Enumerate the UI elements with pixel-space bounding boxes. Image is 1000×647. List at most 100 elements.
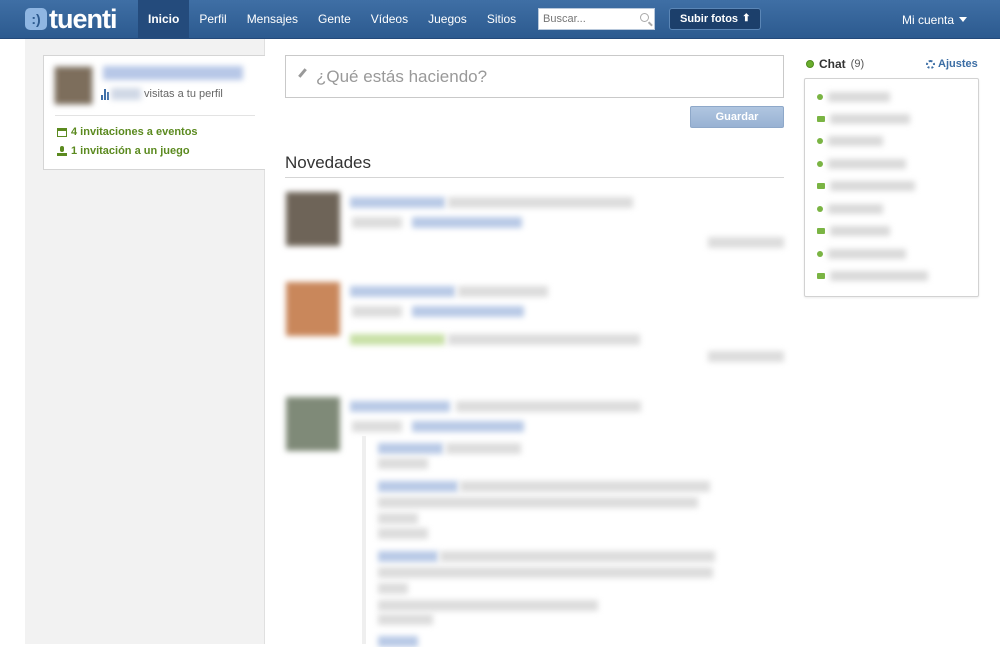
feed-item-time [708, 237, 784, 248]
chat-contact-name [828, 204, 883, 214]
video-camera-icon [817, 116, 825, 122]
calendar-icon [57, 127, 67, 137]
chat-contact[interactable] [817, 135, 883, 147]
feed-item-avatar[interactable] [286, 282, 340, 336]
nav-item-sitios[interactable]: Sitios [477, 0, 526, 39]
chat-header[interactable]: Chat (9) [806, 57, 864, 71]
game-invitations-link[interactable]: 1 invitación a un juego [57, 145, 190, 157]
profile-visits: visitas a tu perfil [101, 88, 223, 100]
upload-photos-button[interactable]: Subir fotos ⬆ [669, 8, 762, 30]
chat-contact-name [828, 92, 890, 102]
online-dot-icon [817, 94, 823, 100]
video-camera-icon [817, 183, 825, 189]
chat-title: Chat [819, 57, 846, 71]
feed-item-actions[interactable] [412, 421, 524, 432]
chat-online-count: (9) [850, 58, 865, 70]
avatar[interactable] [54, 66, 93, 105]
nav-item-mensajes[interactable]: Mensajes [237, 0, 308, 39]
feed-item-author[interactable] [350, 197, 445, 208]
online-dot-icon [817, 251, 823, 257]
feed-item-game-link[interactable] [350, 334, 445, 345]
comment-time [378, 528, 428, 539]
account-menu[interactable]: Mi cuenta [902, 0, 968, 39]
chat-contact-name [830, 114, 910, 124]
search-box [538, 8, 655, 30]
game-piece-icon [57, 146, 67, 156]
chat-contact[interactable] [817, 225, 890, 237]
main-nav: Inicio Perfil Mensajes Gente Vídeos Jueg… [138, 0, 526, 39]
status-input[interactable] [316, 65, 776, 89]
account-label: Mi cuenta [902, 12, 955, 27]
chat-contact[interactable] [817, 113, 910, 125]
online-dot-icon [817, 138, 823, 144]
feed-item-author[interactable] [350, 286, 455, 297]
nav-item-perfil[interactable]: Perfil [189, 0, 236, 39]
chat-contact[interactable] [817, 158, 906, 170]
profile-divider [55, 115, 255, 116]
gear-icon [926, 59, 935, 69]
game-invitations-label: 1 invitación a un juego [71, 145, 190, 157]
chat-contact[interactable] [817, 248, 906, 260]
nav-item-videos[interactable]: Vídeos [361, 0, 418, 39]
comment-author[interactable] [378, 551, 438, 562]
feed-title-divider [285, 177, 784, 178]
video-camera-icon [817, 228, 825, 234]
chat-contact-name [830, 271, 928, 281]
nav-item-juegos[interactable]: Juegos [418, 0, 477, 39]
status-composer [285, 55, 784, 98]
search-input[interactable] [539, 9, 635, 29]
feed-item-meta [352, 217, 402, 228]
stats-bar-icon [101, 88, 109, 100]
feed-item-actions[interactable] [412, 306, 524, 317]
chat-contact[interactable] [817, 91, 890, 103]
comment-author[interactable] [378, 443, 443, 454]
search-icon[interactable] [640, 13, 649, 22]
chat-settings-label: Ajustes [938, 58, 978, 70]
feed-item-actions[interactable] [412, 217, 522, 228]
feed-item-text [448, 197, 633, 208]
online-status-icon [806, 60, 814, 68]
tuenti-logo[interactable]: :) tuenti [25, 3, 117, 34]
chat-contact[interactable] [817, 180, 915, 192]
chat-contact-name [830, 181, 915, 191]
pencil-icon [298, 68, 307, 80]
logo-badge-icon: :) [25, 8, 47, 30]
chat-settings-link[interactable]: Ajustes [926, 58, 978, 70]
comment-author[interactable] [378, 481, 458, 492]
feed-item-text [458, 286, 548, 297]
event-invitations-link[interactable]: 4 invitaciones a eventos [57, 126, 198, 138]
feed-item-avatar[interactable] [286, 397, 340, 451]
logo-text: tuenti [49, 3, 117, 34]
online-dot-icon [817, 161, 823, 167]
save-button[interactable]: Guardar [690, 106, 784, 128]
top-navigation-bar: :) tuenti Inicio Perfil Mensajes Gente V… [0, 0, 1000, 39]
visits-label: visitas a tu perfil [144, 88, 223, 100]
video-camera-icon [817, 273, 825, 279]
comment-author[interactable] [378, 636, 418, 647]
chat-contact-name [828, 249, 906, 259]
chevron-down-icon [959, 17, 968, 22]
comment-text [460, 481, 710, 492]
comment-text [378, 600, 598, 611]
feed-item-meta [352, 421, 402, 432]
chat-contact-name [828, 159, 906, 169]
chat-contact[interactable] [817, 270, 928, 282]
upload-photos-label: Subir fotos [680, 13, 739, 25]
feed-item-author[interactable] [350, 401, 450, 412]
feed-item-meta [352, 306, 402, 317]
nav-item-inicio[interactable]: Inicio [138, 0, 190, 39]
feed-title: Novedades [285, 153, 372, 172]
comment-text [440, 551, 715, 562]
comment-time [378, 458, 428, 469]
chat-contact[interactable] [817, 203, 883, 215]
feed-item-avatar[interactable] [286, 192, 340, 246]
comment-text [378, 567, 713, 578]
profile-name-link[interactable] [103, 66, 243, 80]
nav-item-gente[interactable]: Gente [308, 0, 361, 39]
comment-text [378, 583, 408, 594]
chat-contact-name [830, 226, 890, 236]
feed-item-time [708, 351, 784, 362]
comment-text [446, 443, 521, 454]
visits-count [111, 88, 141, 100]
comment-time [378, 614, 433, 625]
